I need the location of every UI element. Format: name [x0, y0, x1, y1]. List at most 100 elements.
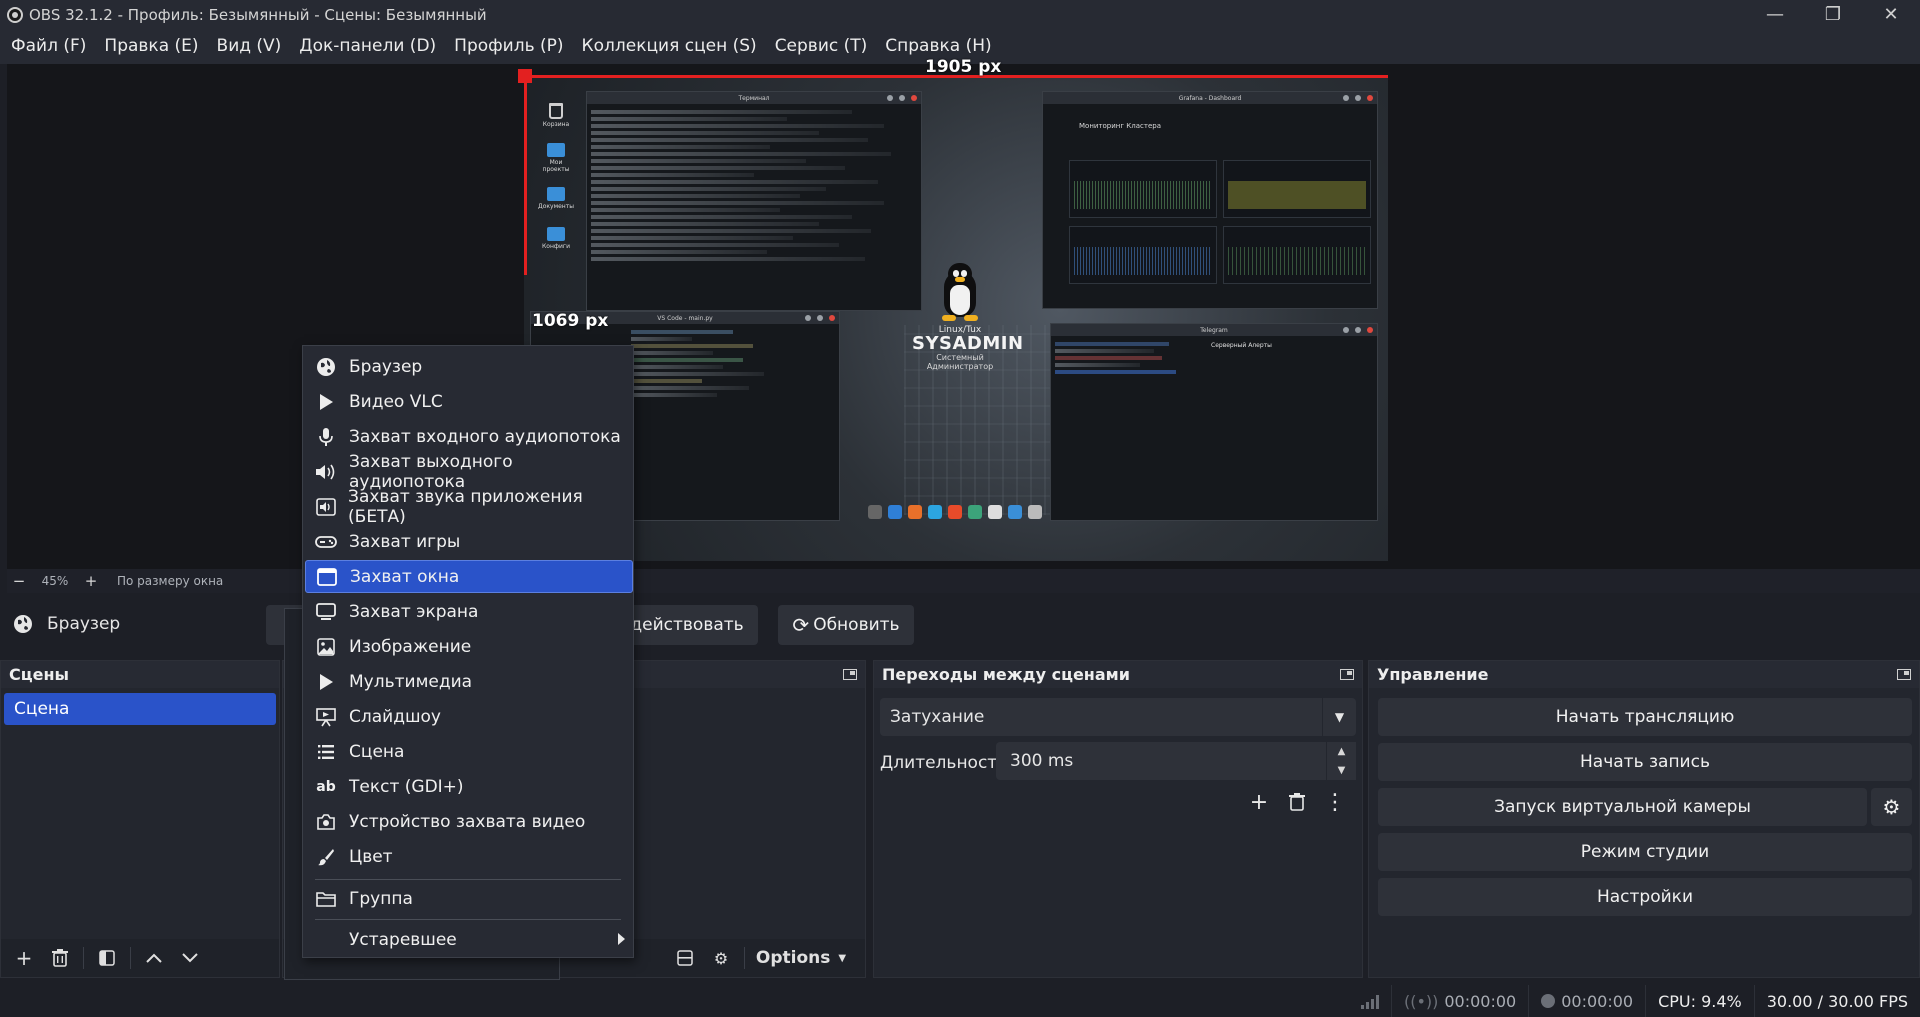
menu-item-vlc-video[interactable]: Видео VLC — [305, 385, 633, 418]
maximize-button[interactable]: ❐ — [1804, 0, 1862, 29]
float-icon[interactable] — [1340, 669, 1354, 680]
add-scene-icon[interactable]: + — [7, 943, 41, 973]
menu-docks[interactable]: Док-панели (D) — [290, 29, 445, 64]
move-up-icon[interactable] — [137, 943, 171, 973]
chevron-up-icon[interactable]: ▲ — [1327, 742, 1356, 761]
microphone-icon — [315, 426, 337, 448]
folder-icon — [547, 187, 565, 201]
settings-button[interactable]: Настройки — [1378, 878, 1912, 916]
globe-icon — [14, 615, 32, 633]
window-title: OBS 32.1.2 - Профиль: Безымянный - Сцены… — [29, 5, 487, 24]
zoom-fit-button[interactable]: По размеру окна — [117, 574, 223, 588]
width-label: 1905 px — [925, 57, 1002, 77]
duration-field[interactable]: 300 ms — [996, 742, 1326, 780]
menu-item-deprecated[interactable]: Устаревшее — [305, 923, 633, 956]
signal-bars-icon — [1360, 993, 1379, 1009]
scenes-title: Сцены — [9, 665, 69, 684]
gamepad-icon — [315, 531, 337, 553]
camera-icon — [315, 811, 337, 833]
studio-mode-button[interactable]: Режим студии — [1378, 833, 1912, 871]
trash-icon[interactable] — [1280, 787, 1314, 817]
trash-icon — [549, 103, 563, 119]
menu-scene-collection[interactable]: Коллекция сцен (S) — [573, 29, 766, 64]
menu-item-audio-output[interactable]: Захват выходного аудиопотока — [305, 452, 633, 492]
tux-logo: Linux/Tux SYSADMIN Системный Администрат… — [912, 263, 1023, 371]
preview-area[interactable]: Корзина Мои проекты Документы Конфиги Те… — [7, 57, 1920, 569]
list-icon — [315, 741, 337, 763]
tux-penguin-icon — [938, 263, 982, 323]
folder-icon — [547, 227, 565, 241]
window-icon — [316, 566, 338, 588]
menu-item-media[interactable]: Мультимедиа — [305, 665, 633, 698]
telegram-icon — [928, 505, 942, 519]
window-controls: — ❐ ✕ — [1746, 0, 1920, 29]
refresh-button[interactable]: ⟳ Обновить — [778, 605, 914, 645]
menu-item-slideshow[interactable]: Слайдшоу — [305, 700, 633, 733]
telegram-window: Telegram Серверный Алерты — [1050, 323, 1378, 521]
source-name: Браузер — [47, 614, 121, 634]
menu-item-scene[interactable]: Сцена — [305, 735, 633, 768]
trash-icon[interactable] — [43, 943, 77, 973]
slideshow-icon — [315, 706, 337, 728]
transition-selected: Затухание — [890, 707, 985, 727]
move-down-icon[interactable] — [173, 943, 207, 973]
source-layout-icon[interactable] — [668, 943, 702, 973]
vscode-icon — [888, 505, 902, 519]
options-button[interactable]: Options ▼ — [751, 943, 851, 973]
filter-icon[interactable] — [90, 943, 124, 973]
tux-icon — [988, 505, 1002, 519]
menu-item-group[interactable]: Группа — [305, 882, 633, 915]
menu-profile[interactable]: Профиль (P) — [445, 29, 572, 64]
desktop-icon-trash: Корзина — [536, 103, 576, 128]
globe-icon — [315, 356, 337, 378]
menu-item-app-audio[interactable]: Захват звука приложения (БЕТА) — [305, 487, 633, 527]
menu-item-browser[interactable]: Браузер — [305, 350, 633, 383]
image-icon — [315, 636, 337, 658]
menu-item-text[interactable]: ab Текст (GDI+) — [305, 770, 633, 803]
menu-tools[interactable]: Сервис (T) — [766, 29, 877, 64]
desktop-taskbar — [850, 502, 1060, 522]
chevron-down-icon: ▼ — [838, 952, 847, 964]
fps-counter: 30.00 / 30.00 FPS — [1753, 985, 1920, 1017]
duration-stepper[interactable]: ▲ ▼ — [1326, 742, 1356, 780]
zoom-in-button[interactable]: + — [79, 572, 103, 590]
float-icon[interactable] — [843, 669, 857, 680]
minimize-button[interactable]: — — [1746, 0, 1804, 29]
start-recording-button[interactable]: Начать запись — [1378, 743, 1912, 781]
add-transition-icon[interactable]: + — [1242, 787, 1276, 817]
menu-item-color[interactable]: Цвет — [305, 840, 633, 873]
controls-title: Управление — [1377, 665, 1489, 684]
close-button[interactable]: ✕ — [1862, 0, 1920, 29]
git-icon — [948, 505, 962, 519]
menu-item-audio-input[interactable]: Захват входного аудиопотока — [305, 420, 633, 453]
float-icon[interactable] — [1897, 669, 1911, 680]
folder-icon — [547, 143, 565, 157]
folder-icon — [1008, 505, 1022, 519]
more-options-icon[interactable]: ⋮ — [1318, 787, 1352, 817]
start-streaming-button[interactable]: Начать трансляцию — [1378, 698, 1912, 736]
desktop-icon-documents: Документы — [536, 187, 576, 210]
menu-item-window-capture[interactable]: Захват окна — [305, 560, 633, 593]
menu-view[interactable]: Вид (V) — [208, 29, 291, 64]
menu-item-image[interactable]: Изображение — [305, 630, 633, 663]
selection-handle[interactable] — [518, 69, 532, 83]
transition-select[interactable]: Затухание ▼ — [880, 698, 1356, 736]
preview-canvas[interactable]: Корзина Мои проекты Документы Конфиги Те… — [524, 75, 1388, 561]
chevron-down-icon[interactable]: ▼ — [1327, 761, 1356, 780]
menu-item-game-capture[interactable]: Захват игры — [305, 525, 633, 558]
menu-item-screen-capture[interactable]: Захват экрана — [305, 595, 633, 628]
menu-file[interactable]: Файл (F) — [2, 29, 95, 64]
terminal-window: Терминал — [586, 91, 922, 311]
virtual-camera-settings-button[interactable]: ⚙ — [1871, 788, 1912, 826]
zoom-out-button[interactable]: − — [7, 572, 31, 590]
broadcast-icon: ((•)) — [1403, 991, 1439, 1011]
status-bar: ((•)) 00:00:00 00:00:00 CPU: 9.4% 30.00 … — [0, 985, 1920, 1017]
scene-item[interactable]: Сцена — [4, 693, 276, 725]
monitor-icon — [315, 601, 337, 623]
start-virtual-camera-button[interactable]: Запуск виртуальной камеры — [1378, 788, 1867, 826]
add-source-menu: Браузер Видео VLC Захват входного аудиоп… — [302, 345, 634, 958]
menu-edit[interactable]: Правка (E) — [95, 29, 207, 64]
advanced-settings-icon[interactable]: ⚙ — [704, 943, 738, 973]
chevron-down-icon: ▼ — [1322, 698, 1356, 736]
menu-item-video-capture-device[interactable]: Устройство захвата видео — [305, 805, 633, 838]
